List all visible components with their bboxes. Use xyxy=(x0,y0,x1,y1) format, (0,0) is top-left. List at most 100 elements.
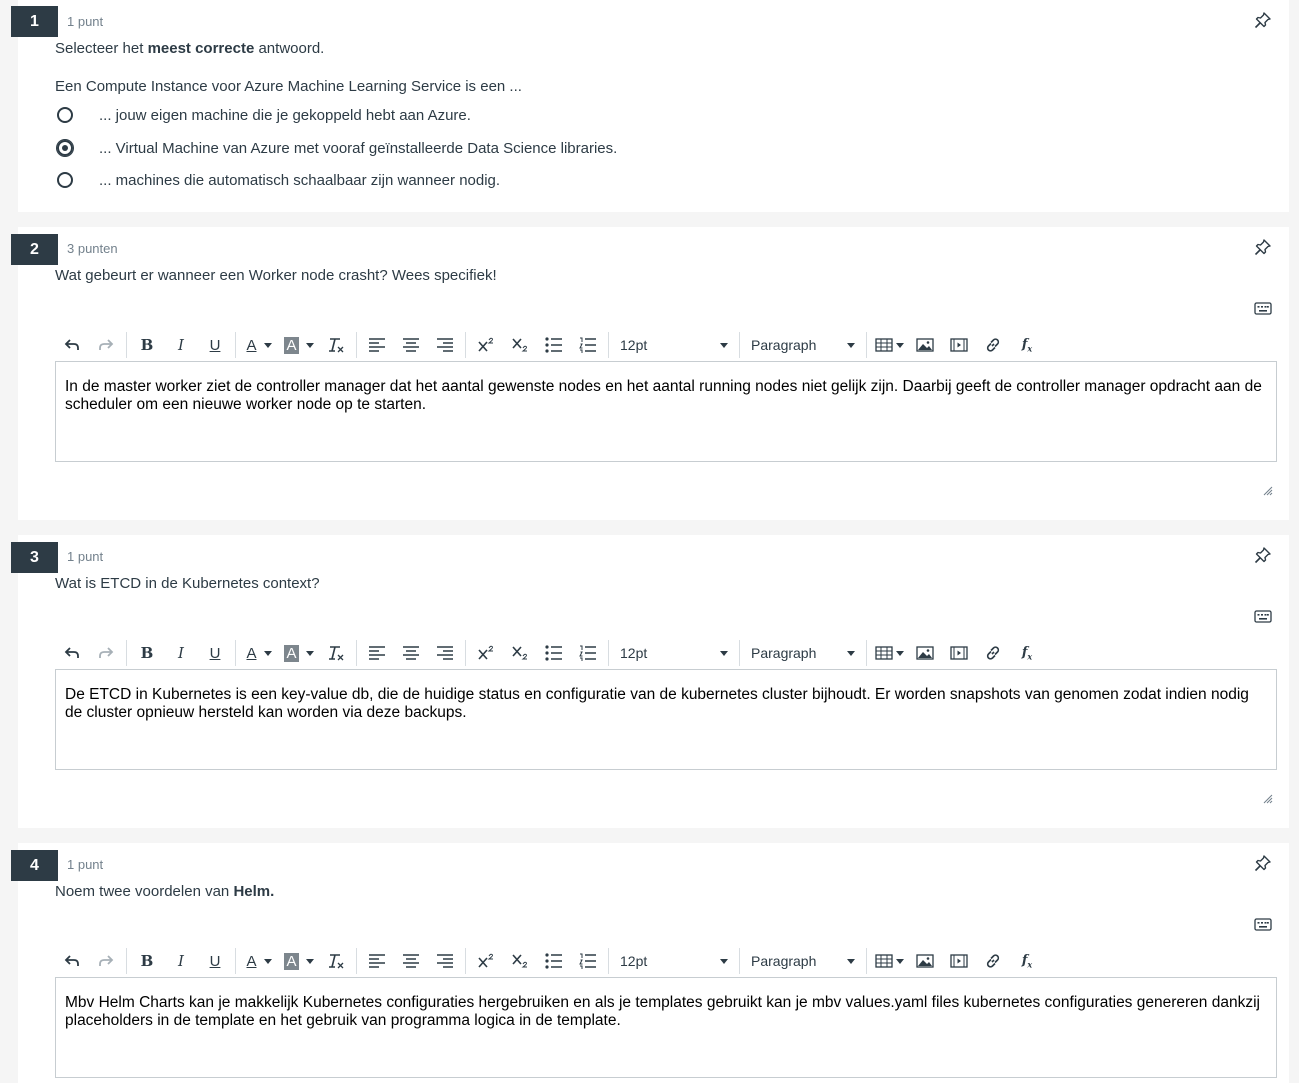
image-icon xyxy=(916,646,934,660)
italic-button[interactable]: I xyxy=(164,638,198,668)
superscript-button[interactable] xyxy=(469,330,503,360)
align-center-icon xyxy=(403,954,419,968)
subscript-button[interactable] xyxy=(503,330,537,360)
align-right-button[interactable] xyxy=(428,946,462,976)
block-format-select[interactable]: Paragraph xyxy=(743,330,863,360)
chevron-down-icon xyxy=(720,342,728,348)
table-button[interactable] xyxy=(870,946,908,976)
table-button[interactable] xyxy=(870,638,908,668)
font-size-select[interactable]: 12pt xyxy=(612,946,736,976)
keyboard-shortcuts-icon[interactable] xyxy=(1254,609,1272,623)
superscript-button[interactable] xyxy=(469,638,503,668)
resize-grip-icon[interactable] xyxy=(1263,486,1273,496)
answer-option[interactable]: ... machines die automatisch schaalbaar … xyxy=(55,169,500,191)
font-color-button[interactable]: A xyxy=(239,946,279,976)
insert-media-button[interactable] xyxy=(942,946,976,976)
pin-icon[interactable] xyxy=(1254,238,1272,256)
font-size-select[interactable]: 12pt xyxy=(612,330,736,360)
bullet-list-button[interactable] xyxy=(537,330,571,360)
align-right-button[interactable] xyxy=(428,638,462,668)
font-size-select[interactable]: 12pt xyxy=(612,638,736,668)
insert-link-button[interactable] xyxy=(976,330,1010,360)
radio-button[interactable] xyxy=(57,107,73,123)
clear-formatting-button[interactable] xyxy=(319,946,353,976)
pin-icon[interactable] xyxy=(1254,854,1272,872)
underline-button[interactable]: U xyxy=(198,946,232,976)
resize-grip-icon[interactable] xyxy=(1263,794,1273,804)
numbered-list-icon xyxy=(579,645,596,661)
option-label[interactable]: ... Virtual Machine van Azure met vooraf… xyxy=(99,140,617,157)
align-left-button[interactable] xyxy=(360,638,394,668)
undo-button[interactable] xyxy=(55,330,89,360)
insert-link-button[interactable] xyxy=(976,946,1010,976)
radio-button[interactable] xyxy=(57,172,73,188)
redo-button[interactable] xyxy=(89,946,123,976)
table-button[interactable] xyxy=(870,330,908,360)
highlight-color-button[interactable]: A xyxy=(279,638,319,668)
table-icon xyxy=(874,646,893,660)
option-label[interactable]: ... jouw eigen machine die je gekoppeld … xyxy=(99,107,471,124)
align-right-button[interactable] xyxy=(428,330,462,360)
align-left-button[interactable] xyxy=(360,946,394,976)
chevron-down-icon xyxy=(720,958,728,964)
bullet-list-button[interactable] xyxy=(537,638,571,668)
font-color-button[interactable]: A xyxy=(239,638,279,668)
block-format-select[interactable]: Paragraph xyxy=(743,946,863,976)
subscript-button[interactable] xyxy=(503,638,537,668)
answer-editor[interactable]: De ETCD in Kubernetes is een key-value d… xyxy=(55,669,1277,770)
option-label[interactable]: ... machines die automatisch schaalbaar … xyxy=(99,172,500,189)
insert-formula-button[interactable]: fx xyxy=(1010,330,1044,360)
underline-icon: U xyxy=(209,644,221,662)
insert-media-button[interactable] xyxy=(942,330,976,360)
pin-icon[interactable] xyxy=(1254,11,1272,29)
subscript-button[interactable] xyxy=(503,946,537,976)
radio-button-checked[interactable] xyxy=(57,140,73,156)
insert-link-button[interactable] xyxy=(976,638,1010,668)
align-center-button[interactable] xyxy=(394,330,428,360)
redo-button[interactable] xyxy=(89,330,123,360)
insert-media-button[interactable] xyxy=(942,638,976,668)
highlight-color-button[interactable]: A xyxy=(279,946,319,976)
underline-button[interactable]: U xyxy=(198,330,232,360)
bold-button[interactable]: B xyxy=(130,330,164,360)
align-left-button[interactable] xyxy=(360,330,394,360)
undo-button[interactable] xyxy=(55,946,89,976)
answer-option[interactable]: ... jouw eigen machine die je gekoppeld … xyxy=(55,104,471,126)
insert-image-button[interactable] xyxy=(908,946,942,976)
insert-image-button[interactable] xyxy=(908,638,942,668)
bullet-list-button[interactable] xyxy=(537,946,571,976)
question-points: 1 punt xyxy=(67,857,104,872)
undo-button[interactable] xyxy=(55,638,89,668)
answer-editor[interactable]: Mbv Helm Charts kan je makkelijk Kuberne… xyxy=(55,977,1277,1078)
numbered-list-button[interactable] xyxy=(571,638,605,668)
answer-option-selected[interactable]: ... Virtual Machine van Azure met vooraf… xyxy=(55,137,617,159)
italic-button[interactable]: I xyxy=(164,330,198,360)
insert-image-button[interactable] xyxy=(908,330,942,360)
underline-icon: U xyxy=(209,336,221,354)
keyboard-shortcuts-icon[interactable] xyxy=(1254,301,1272,315)
clear-formatting-button[interactable] xyxy=(319,638,353,668)
redo-button[interactable] xyxy=(89,638,123,668)
underline-button[interactable]: U xyxy=(198,638,232,668)
bold-button[interactable]: B xyxy=(130,638,164,668)
keyboard-shortcuts-icon[interactable] xyxy=(1254,917,1272,931)
numbered-list-button[interactable] xyxy=(571,330,605,360)
toolbar-divider xyxy=(608,640,609,666)
superscript-button[interactable] xyxy=(469,946,503,976)
block-format-select[interactable]: Paragraph xyxy=(743,638,863,668)
align-center-button[interactable] xyxy=(394,638,428,668)
pin-icon[interactable] xyxy=(1254,546,1272,564)
media-icon xyxy=(950,338,968,352)
align-right-icon xyxy=(437,646,453,660)
numbered-list-button[interactable] xyxy=(571,946,605,976)
insert-formula-button[interactable]: fx xyxy=(1010,638,1044,668)
highlight-color-button[interactable]: A xyxy=(279,330,319,360)
answer-editor[interactable]: In de master worker ziet de controller m… xyxy=(55,361,1277,462)
clear-formatting-button[interactable] xyxy=(319,330,353,360)
align-center-button[interactable] xyxy=(394,946,428,976)
italic-button[interactable]: I xyxy=(164,946,198,976)
bold-icon: B xyxy=(140,952,154,970)
bold-button[interactable]: B xyxy=(130,946,164,976)
font-color-button[interactable]: A xyxy=(239,330,279,360)
insert-formula-button[interactable]: fx xyxy=(1010,946,1044,976)
